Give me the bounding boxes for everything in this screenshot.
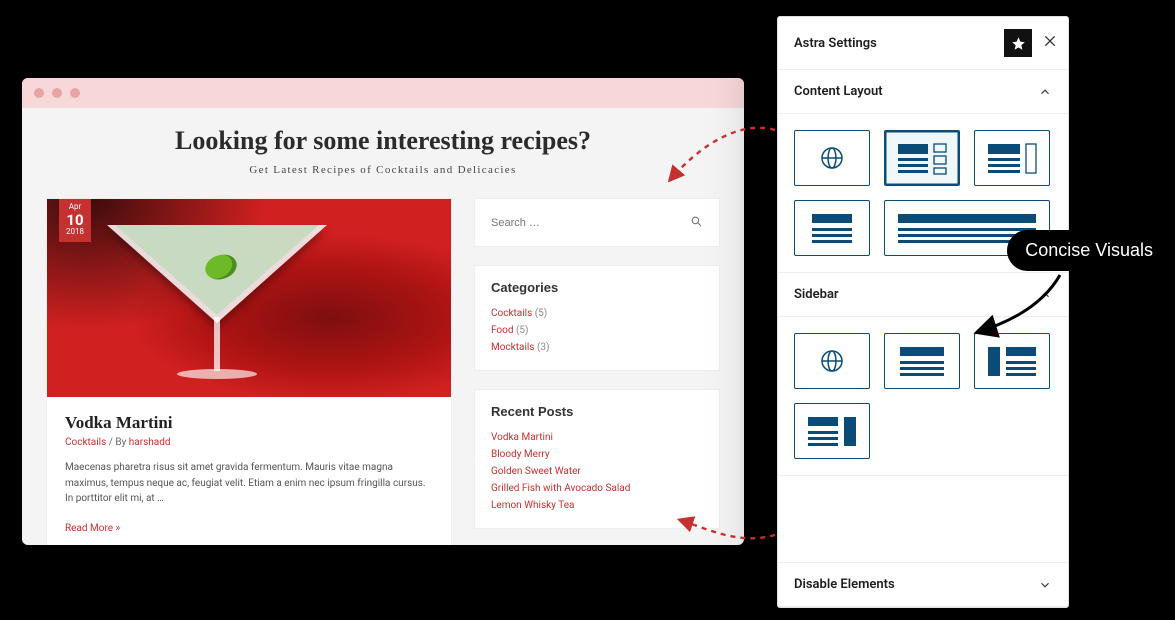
chevron-up-icon [1038,288,1052,302]
list-item: Mocktails (3) [491,339,703,356]
sidebar-option-default[interactable] [794,333,870,389]
list-item: Lemon Whisky Tea [491,497,703,514]
layout-icon [802,411,862,451]
recent-post-link[interactable]: Golden Sweet Water [491,466,581,477]
star-icon [1011,36,1026,51]
post-date-year: 2018 [59,228,91,237]
layout-icon [982,138,1042,178]
website-preview: Looking for some interesting recipes? Ge… [22,78,744,545]
recent-post-link[interactable]: Bloody Merry [491,449,550,460]
section-toggle-disable-elements[interactable]: Disable Elements [778,562,1068,607]
layout-icon [892,341,952,381]
page-subtitle: Get Latest Recipes of Cocktails and Deli… [38,164,728,176]
post-date-badge: Apr 10 2018 [59,199,91,242]
sidebar-option-left[interactable] [974,333,1050,389]
list-item: Grilled Fish with Avocado Salad [491,480,703,497]
list-item: Food (5) [491,322,703,339]
post-date-day: 10 [59,212,91,229]
list-item: Bloody Merry [491,446,703,463]
astra-settings-panel: Astra Settings Content Layout [777,16,1069,608]
panel-header: Astra Settings [778,17,1068,70]
list-item: Vodka Martini [491,429,703,446]
post-card[interactable]: Apr 10 2018 Vodka Martini Cocktails / By… [46,198,452,545]
section-toggle-content-layout[interactable]: Content Layout [778,70,1068,114]
panel-title: Astra Settings [794,36,877,51]
category-link[interactable]: Cocktails [491,308,532,319]
close-icon [1042,33,1058,49]
globe-icon [817,346,847,376]
section-label: Content Layout [794,84,883,99]
section-label: Disable Elements [794,577,895,592]
category-link[interactable]: Mocktails [491,342,534,353]
browser-titlebar [22,78,744,108]
search-widget [474,198,720,247]
list-item: Cocktails (5) [491,305,703,322]
list-item: Golden Sweet Water [491,463,703,480]
post-meta: Cocktails / By harshadd [65,437,433,448]
search-icon[interactable] [690,213,703,232]
post-featured-image: Apr 10 2018 [47,199,451,397]
recent-posts-widget: Recent Posts Vodka Martini Bloody Merry … [474,389,720,529]
globe-icon [817,143,847,173]
sidebar-option-right[interactable] [794,403,870,459]
categories-widget: Categories Cocktails (5) Food (5) Mockta… [474,265,720,371]
sidebar-option-none[interactable] [884,333,960,389]
layout-icon [802,208,862,248]
read-more-link[interactable]: Read More » [65,523,120,534]
post-title[interactable]: Vodka Martini [65,413,433,433]
post-author-link[interactable]: harshadd [129,437,171,448]
favorite-button[interactable] [1004,29,1032,57]
post-category-link[interactable]: Cocktails [65,437,106,448]
post-excerpt: Maecenas pharetra risus sit amet gravida… [65,460,433,507]
close-button[interactable] [1042,33,1058,53]
layout-option-default[interactable] [794,130,870,186]
recent-post-link[interactable]: Vodka Martini [491,432,553,443]
chevron-up-icon [1038,85,1052,99]
categories-heading: Categories [491,280,703,295]
chevron-down-icon [1038,578,1052,592]
search-input[interactable] [491,217,690,229]
recent-post-link[interactable]: Lemon Whisky Tea [491,500,574,511]
annotation-label: Concise Visuals [1007,230,1171,271]
section-label: Sidebar [794,287,839,302]
section-toggle-sidebar[interactable]: Sidebar [778,273,1068,317]
layout-option-right-sidebar[interactable] [974,130,1050,186]
layout-option-full-width-contained[interactable] [794,200,870,256]
layout-icon [892,138,952,178]
layout-option-content-boxed[interactable] [884,130,960,186]
recent-post-link[interactable]: Grilled Fish with Avocado Salad [491,483,630,494]
recent-posts-heading: Recent Posts [491,404,703,419]
page-title: Looking for some interesting recipes? [38,126,728,156]
category-link[interactable]: Food [491,325,513,336]
sidebar-options [778,317,1068,476]
layout-icon [982,341,1042,381]
blog-sidebar: Categories Cocktails (5) Food (5) Mockta… [474,198,720,545]
